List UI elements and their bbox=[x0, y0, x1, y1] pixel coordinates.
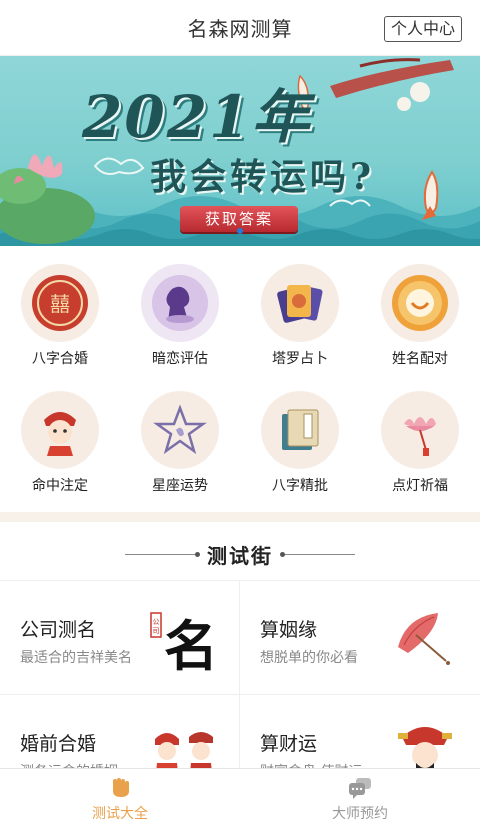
star-icon bbox=[141, 391, 219, 469]
book-icon bbox=[261, 391, 339, 469]
calligraphy-name-icon: 公 司 名 bbox=[150, 612, 218, 675]
hand-icon bbox=[113, 777, 129, 797]
decorative-line bbox=[280, 551, 355, 557]
top-header: 名森网测算 个人中心 bbox=[0, 0, 480, 56]
feature-label: 星座运势 bbox=[152, 478, 208, 494]
feature-item-lantern[interactable]: 点灯祈福 bbox=[360, 383, 480, 505]
section-divider bbox=[0, 512, 480, 522]
page-title: 名森网测算 bbox=[187, 17, 293, 41]
feature-item-crush[interactable]: 暗恋评估 bbox=[120, 256, 240, 378]
feature-label: 八字合婚 bbox=[32, 351, 88, 367]
card-subtitle: 想脱单的你必看 bbox=[260, 650, 358, 666]
promo-banner[interactable]: 2021年 我会转运吗? 获取答案 bbox=[0, 56, 480, 246]
sitting-girl-icon bbox=[141, 264, 219, 342]
feature-item-destiny[interactable]: 命中注定 bbox=[0, 383, 120, 505]
umbrella-icon bbox=[398, 613, 450, 665]
feature-item-tarot[interactable]: 塔罗占卜 bbox=[240, 256, 360, 378]
tab-test-all[interactable]: 测试大全 bbox=[0, 769, 240, 828]
name-match-icon bbox=[381, 264, 459, 342]
feature-label: 八字精批 bbox=[272, 478, 328, 494]
bride-icon bbox=[21, 391, 99, 469]
feature-label: 点灯祈福 bbox=[392, 478, 448, 494]
card-title: 婚前合婚 bbox=[20, 733, 97, 755]
svg-text:司: 司 bbox=[153, 627, 160, 635]
decorative-line bbox=[125, 551, 200, 557]
tab-master-booking[interactable]: 大师预约 bbox=[240, 769, 480, 828]
card-subtitle: 最适合的吉祥美名 bbox=[20, 650, 132, 666]
feature-item-name-match[interactable]: 姓名配对 bbox=[360, 256, 480, 378]
tab-label: 测试大全 bbox=[92, 805, 148, 822]
card-title: 算财运 bbox=[260, 733, 318, 755]
feature-label: 暗恋评估 bbox=[152, 351, 208, 367]
test-card-grid: 公司测名 最适合的吉祥美名 公 司 名 算姻缘 想脱单的你必看 婚前合婚 测各运… bbox=[0, 580, 480, 809]
section-title: 测试街 bbox=[207, 543, 273, 568]
banner-headline: 2021年 bbox=[82, 83, 312, 151]
chat-icon bbox=[349, 777, 371, 799]
tarot-cards-icon bbox=[261, 264, 339, 342]
card-title: 公司测名 bbox=[20, 619, 97, 641]
bottom-tab-bar: 测试大全 大师预约 bbox=[0, 768, 480, 828]
carousel-dots bbox=[0, 228, 480, 234]
feature-label: 塔罗占卜 bbox=[272, 351, 328, 367]
feature-grid: 囍 八字合婚 暗恋评估 塔罗占卜 姓名配对 命中注定 星座运势 八字精批 点灯祈… bbox=[0, 256, 480, 510]
svg-text:公: 公 bbox=[153, 618, 160, 626]
section-header: 测试街 bbox=[0, 530, 480, 578]
banner-subline: 我会转运吗? bbox=[150, 156, 376, 198]
card-title: 算姻缘 bbox=[260, 619, 318, 641]
feature-label: 命中注定 bbox=[32, 478, 88, 494]
feature-label: 姓名配对 bbox=[392, 351, 448, 367]
user-center-button[interactable]: 个人中心 bbox=[383, 16, 462, 42]
svg-text:囍: 囍 bbox=[50, 292, 70, 316]
card-company-naming[interactable]: 公司测名 最适合的吉祥美名 公 司 名 bbox=[0, 581, 240, 695]
double-happiness-icon: 囍 bbox=[21, 264, 99, 342]
feature-item-bazi-detail[interactable]: 八字精批 bbox=[240, 383, 360, 505]
carousel-dot-active[interactable] bbox=[237, 228, 243, 234]
tab-label: 大师预约 bbox=[332, 805, 388, 822]
card-marriage-fate[interactable]: 算姻缘 想脱单的你必看 bbox=[240, 581, 480, 695]
feature-item-horoscope[interactable]: 星座运势 bbox=[120, 383, 240, 505]
lotus-lantern-icon bbox=[381, 391, 459, 469]
feature-item-bazi-marriage[interactable]: 囍 八字合婚 bbox=[0, 256, 120, 378]
svg-text:名: 名 bbox=[164, 614, 218, 675]
